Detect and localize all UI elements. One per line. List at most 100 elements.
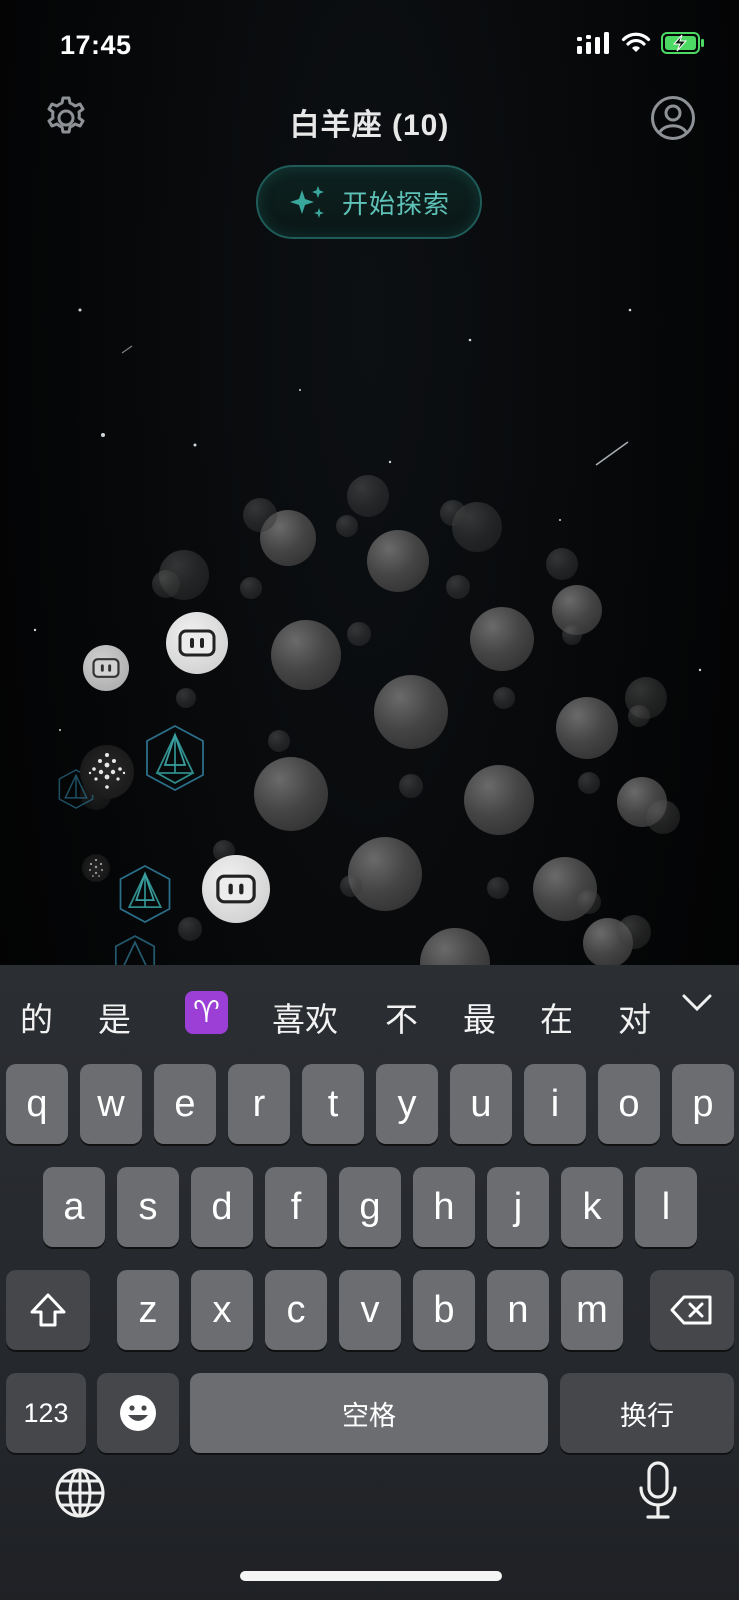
globe-icon bbox=[55, 1468, 105, 1518]
key-t[interactable]: t bbox=[302, 1064, 364, 1144]
key-x[interactable]: x bbox=[191, 1270, 253, 1350]
user-avatar-bubble[interactable] bbox=[166, 612, 228, 674]
shift-key[interactable] bbox=[6, 1270, 90, 1350]
dictation-button[interactable] bbox=[636, 1460, 680, 1524]
constellation-bubble-field bbox=[0, 250, 739, 998]
constellation-bubble[interactable] bbox=[268, 730, 290, 752]
constellation-bubble[interactable] bbox=[176, 688, 196, 708]
candidate-word[interactable]: 最 bbox=[463, 993, 496, 1041]
key-b[interactable]: b bbox=[413, 1270, 475, 1350]
profile-button[interactable] bbox=[649, 94, 697, 142]
key-w[interactable]: w bbox=[80, 1064, 142, 1144]
crystal-bubble[interactable] bbox=[113, 934, 157, 965]
key-g[interactable]: g bbox=[339, 1167, 401, 1247]
candidate-aries-emoji[interactable]: ♈ bbox=[185, 991, 228, 1034]
constellation-bubble[interactable] bbox=[464, 765, 534, 835]
candidate-word[interactable]: 不 bbox=[385, 993, 418, 1041]
globe-button[interactable] bbox=[52, 1465, 108, 1521]
emoji-face-icon bbox=[120, 1395, 156, 1431]
candidate-word[interactable]: 的 bbox=[20, 993, 53, 1041]
space-key[interactable]: 空格 bbox=[190, 1373, 548, 1453]
key-a[interactable]: a bbox=[43, 1167, 105, 1247]
numbers-key[interactable]: 123 bbox=[6, 1373, 86, 1453]
chevron-down-icon bbox=[682, 994, 712, 1012]
candidate-word[interactable]: 是 bbox=[98, 993, 131, 1041]
candidate-bar: 的 是 ♈ 喜欢 不 最 在 对 bbox=[0, 965, 739, 1065]
key-k[interactable]: k bbox=[561, 1167, 623, 1247]
constellation-bubble[interactable] bbox=[470, 607, 534, 671]
candidate-word[interactable]: 对 bbox=[618, 993, 651, 1041]
key-y[interactable]: y bbox=[376, 1064, 438, 1144]
start-explore-button[interactable]: 开始探索 bbox=[256, 165, 482, 239]
key-j[interactable]: j bbox=[487, 1167, 549, 1247]
candidate-word[interactable]: 在 bbox=[540, 993, 573, 1041]
constellation-bubble[interactable] bbox=[546, 548, 578, 580]
user-avatar-bubble[interactable] bbox=[83, 645, 129, 691]
robot-face-icon bbox=[178, 629, 216, 657]
user-avatar-bubble[interactable] bbox=[202, 855, 270, 923]
constellation-bubble[interactable] bbox=[562, 625, 582, 645]
dotted-sphere-bubble[interactable] bbox=[80, 745, 134, 799]
user-circle-icon bbox=[651, 96, 695, 140]
constellation-bubble[interactable] bbox=[578, 772, 600, 794]
constellation-bubble[interactable] bbox=[646, 800, 680, 834]
constellation-bubble[interactable] bbox=[577, 890, 601, 914]
constellation-bubble[interactable] bbox=[487, 877, 509, 899]
emoji-key[interactable] bbox=[97, 1373, 179, 1453]
constellation-bubble[interactable] bbox=[347, 622, 371, 646]
key-r[interactable]: r bbox=[228, 1064, 290, 1144]
sparkle-icon bbox=[289, 186, 324, 218]
key-h[interactable]: h bbox=[413, 1167, 475, 1247]
key-l[interactable]: l bbox=[635, 1167, 697, 1247]
constellation-bubble[interactable] bbox=[367, 530, 429, 592]
key-o[interactable]: o bbox=[598, 1064, 660, 1144]
constellation-bubble[interactable] bbox=[348, 837, 422, 911]
constellation-bubble[interactable] bbox=[628, 705, 650, 727]
key-z[interactable]: z bbox=[117, 1270, 179, 1350]
constellation-bubble[interactable] bbox=[240, 577, 262, 599]
status-icons bbox=[577, 32, 705, 54]
app-screen: 17:45 白羊座 (10) 开始探索 的 是 ♈ 喜欢 不 最 在 对 q w… bbox=[0, 0, 739, 1600]
backspace-icon bbox=[670, 1295, 712, 1325]
dotted-sphere-bubble[interactable] bbox=[82, 854, 110, 882]
constellation-bubble[interactable] bbox=[374, 675, 448, 749]
key-v[interactable]: v bbox=[339, 1270, 401, 1350]
constellation-bubble[interactable] bbox=[340, 875, 362, 897]
battery-charging-icon bbox=[661, 32, 704, 54]
home-indicator[interactable] bbox=[240, 1571, 502, 1581]
constellation-bubble[interactable] bbox=[440, 500, 466, 526]
dot-sphere-icon bbox=[89, 858, 103, 877]
constellation-bubble[interactable] bbox=[336, 515, 358, 537]
key-s[interactable]: s bbox=[117, 1167, 179, 1247]
robot-face-icon bbox=[92, 658, 120, 678]
key-e[interactable]: e bbox=[154, 1064, 216, 1144]
crystal-bubble[interactable] bbox=[143, 723, 207, 793]
key-u[interactable]: u bbox=[450, 1064, 512, 1144]
constellation-bubble[interactable] bbox=[347, 475, 389, 517]
crystal-bubble[interactable] bbox=[117, 863, 173, 925]
constellation-bubble[interactable] bbox=[152, 570, 180, 598]
key-c[interactable]: c bbox=[265, 1270, 327, 1350]
return-key[interactable]: 换行 bbox=[560, 1373, 734, 1453]
constellation-bubble[interactable] bbox=[254, 757, 328, 831]
candidate-word[interactable]: 喜欢 bbox=[272, 993, 338, 1041]
constellation-bubble[interactable] bbox=[271, 620, 341, 690]
key-i[interactable]: i bbox=[524, 1064, 586, 1144]
constellation-bubble[interactable] bbox=[556, 697, 618, 759]
expand-candidates-button[interactable] bbox=[681, 993, 713, 1018]
constellation-bubble[interactable] bbox=[617, 915, 651, 949]
constellation-bubble[interactable] bbox=[446, 575, 470, 599]
key-n[interactable]: n bbox=[487, 1270, 549, 1350]
delete-key[interactable] bbox=[650, 1270, 734, 1350]
dot-sphere-icon bbox=[88, 753, 126, 789]
key-d[interactable]: d bbox=[191, 1167, 253, 1247]
key-p[interactable]: p bbox=[672, 1064, 734, 1144]
key-q[interactable]: q bbox=[6, 1064, 68, 1144]
constellation-bubble[interactable] bbox=[399, 774, 423, 798]
microphone-icon bbox=[639, 1461, 677, 1519]
constellation-bubble[interactable] bbox=[243, 498, 277, 532]
key-f[interactable]: f bbox=[265, 1167, 327, 1247]
constellation-bubble[interactable] bbox=[178, 917, 202, 941]
key-m[interactable]: m bbox=[561, 1270, 623, 1350]
constellation-bubble[interactable] bbox=[493, 687, 515, 709]
